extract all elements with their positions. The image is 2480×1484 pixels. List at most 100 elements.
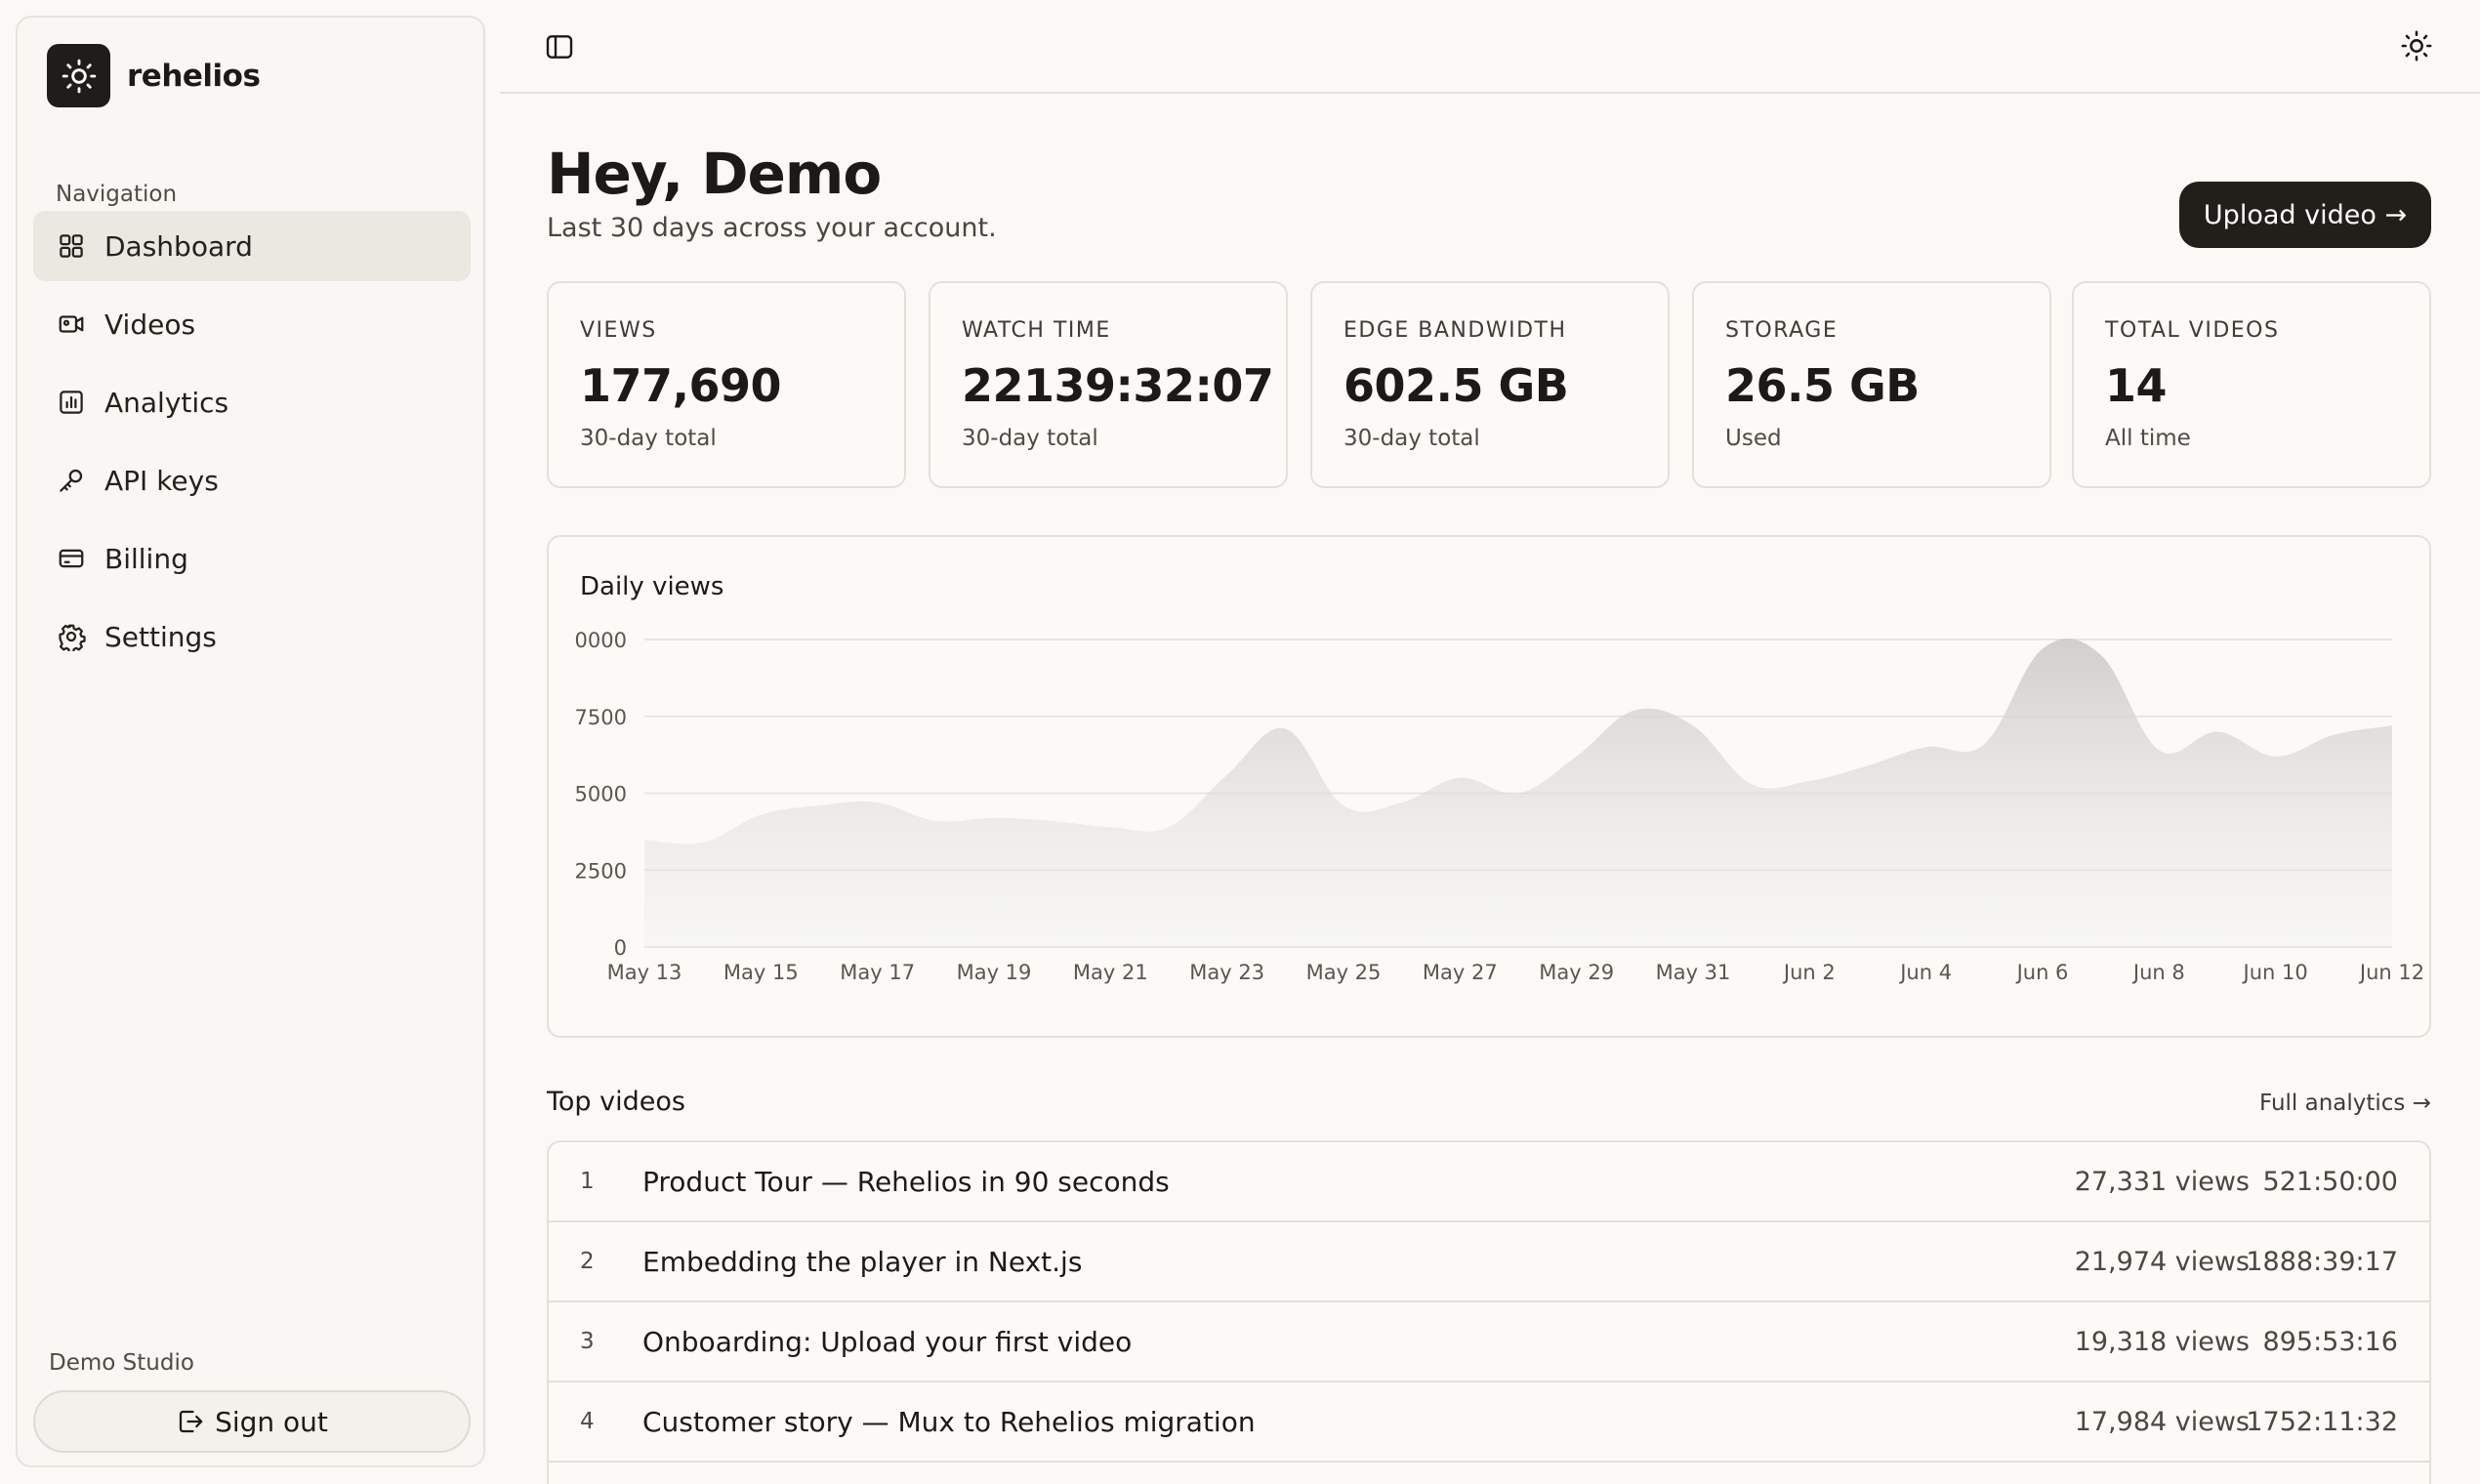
table-row[interactable]: 3 Onboarding: Upload your first video 19… <box>549 1302 2429 1382</box>
sidebar-item-settings[interactable]: Settings <box>33 601 471 672</box>
x-tick-label: May 29 <box>1539 961 1614 984</box>
y-tick-label: 0 <box>614 936 627 960</box>
row-title: Product Tour — Rehelios in 90 seconds <box>642 1165 1170 1198</box>
stat-label: EDGE BANDWIDTH <box>1343 318 1567 343</box>
stat-value: 602.5 GB <box>1343 359 1569 412</box>
theme-toggle-button[interactable] <box>2400 29 2433 62</box>
topbar <box>500 0 2480 94</box>
x-tick-label: May 25 <box>1306 961 1382 984</box>
chart-title: Daily views <box>580 572 724 601</box>
upload-video-button[interactable]: Upload video → <box>2179 182 2431 248</box>
stat-value: 26.5 GB <box>1725 359 1920 412</box>
gear-icon <box>57 622 86 651</box>
x-tick-label: Jun 2 <box>1782 961 1836 984</box>
table-row[interactable]: 1 Product Tour — Rehelios in 90 seconds … <box>549 1142 2429 1222</box>
row-views: 17,984 views <box>2074 1406 2250 1437</box>
x-tick-label: May 31 <box>1656 961 1731 984</box>
page-title: Hey, Demo <box>547 141 882 207</box>
stat-card-watch-time: WATCH TIME 22139:32:07 30-day total <box>929 281 1288 488</box>
sidebar-nav: Dashboard Videos Analytics API keys Bill… <box>33 211 471 680</box>
row-title: Customer story — Mux to Rehelios migrati… <box>642 1405 1256 1438</box>
sidebar-item-label: Billing <box>104 542 188 575</box>
top-videos-table: 1 Product Tour — Rehelios in 90 seconds … <box>547 1140 2431 1484</box>
x-tick-label: Jun 4 <box>1898 961 1952 984</box>
sidebar-item-dashboard[interactable]: Dashboard <box>33 211 471 281</box>
sidebar-item-label: Analytics <box>104 386 229 419</box>
table-row[interactable]: 2 Embedding the player in Next.js 21,974… <box>549 1222 2429 1302</box>
stat-label: TOTAL VIDEOS <box>2105 318 2280 343</box>
row-rank: 3 <box>580 1329 595 1354</box>
stat-note: Used <box>1725 426 1782 451</box>
x-tick-label: May 27 <box>1423 961 1498 984</box>
row-rank: 4 <box>580 1409 595 1434</box>
x-tick-label: Jun 8 <box>2131 961 2185 984</box>
sign-out-icon <box>179 1410 203 1433</box>
sidebar-item-label: API keys <box>104 464 219 497</box>
stat-label: WATCH TIME <box>962 318 1111 343</box>
stat-note: 30-day total <box>1343 426 1480 451</box>
x-tick-label: May 17 <box>840 961 915 984</box>
x-tick-label: Jun 10 <box>2242 961 2308 984</box>
row-duration: 521:50:00 <box>2262 1166 2398 1197</box>
stats-row: VIEWS 177,690 30-day total WATCH TIME 22… <box>547 281 2431 488</box>
row-views: 27,331 views <box>2074 1166 2250 1197</box>
row-duration: 1752:11:32 <box>2246 1406 2398 1437</box>
sidebar-item-analytics[interactable]: Analytics <box>33 367 471 437</box>
full-analytics-link[interactable]: Full analytics → <box>2259 1091 2431 1116</box>
x-tick-label: May 19 <box>957 961 1032 984</box>
x-tick-label: May 23 <box>1189 961 1264 984</box>
sign-out-label: Sign out <box>215 1405 328 1438</box>
grid-icon <box>57 231 86 261</box>
x-tick-label: Jun 12 <box>2358 961 2424 984</box>
brand[interactable]: rehelios <box>47 44 261 107</box>
nav-section-label: Navigation <box>56 182 178 207</box>
table-row[interactable]: 4 Customer story — Mux to Rehelios migra… <box>549 1382 2429 1463</box>
stat-card-total-videos: TOTAL VIDEOS 14 All time <box>2072 281 2431 488</box>
panel-left-icon <box>546 35 573 59</box>
sun-icon <box>2401 30 2432 62</box>
row-duration: 1888:39:17 <box>2246 1246 2398 1277</box>
sidebar-item-api-keys[interactable]: API keys <box>33 445 471 515</box>
row-views: 19,318 views <box>2074 1326 2250 1357</box>
stat-label: VIEWS <box>580 318 657 343</box>
card-icon <box>57 544 86 573</box>
stat-card-edge-bandwidth: EDGE BANDWIDTH 602.5 GB 30-day total <box>1310 281 1670 488</box>
video-icon <box>57 309 86 339</box>
sun-logo-icon <box>47 44 110 107</box>
sign-out-button[interactable]: Sign out <box>33 1390 471 1453</box>
stat-card-storage: STORAGE 26.5 GB Used <box>1692 281 2051 488</box>
row-title: Onboarding: Upload your first video <box>642 1325 1133 1358</box>
x-tick-label: Jun 6 <box>2015 961 2069 984</box>
stat-label: STORAGE <box>1725 318 1839 343</box>
row-duration: 895:53:16 <box>2262 1326 2398 1357</box>
top-videos-title: Top videos <box>547 1087 685 1117</box>
sidebar-item-billing[interactable]: Billing <box>33 523 471 594</box>
row-rank: 2 <box>580 1249 595 1274</box>
y-tick-label: 0000 <box>575 629 627 652</box>
y-tick-label: 7500 <box>575 706 627 729</box>
app-root: rehelios Navigation Dashboard Videos Ana… <box>0 0 2480 1484</box>
brand-name: rehelios <box>127 58 261 94</box>
key-icon <box>57 466 86 495</box>
row-rank: 1 <box>580 1169 595 1194</box>
sidebar: rehelios Navigation Dashboard Videos Ana… <box>16 16 485 1467</box>
sidebar-toggle-button[interactable] <box>544 31 575 62</box>
stat-note: 30-day total <box>580 426 717 451</box>
stat-value: 22139:32:07 <box>962 359 1274 412</box>
y-tick-label: 2500 <box>575 859 627 883</box>
stat-value: 14 <box>2105 359 2168 412</box>
stat-value: 177,690 <box>580 359 782 412</box>
row-views: 21,974 views <box>2074 1246 2250 1277</box>
sidebar-item-videos[interactable]: Videos <box>33 289 471 359</box>
y-tick-label: 5000 <box>575 783 627 806</box>
page-subtitle: Last 30 days across your account. <box>547 213 997 243</box>
daily-views-chart: 0 2500 5000 7500 0000 May 13 May 15 May 17 May … <box>575 629 2425 984</box>
stat-note: All time <box>2105 426 2191 451</box>
org-name: Demo Studio <box>49 1350 194 1376</box>
x-tick-label: May 13 <box>607 961 682 984</box>
x-tick-label: May 21 <box>1073 961 1148 984</box>
stat-note: 30-day total <box>962 426 1098 451</box>
bar-chart-icon <box>57 388 86 417</box>
sidebar-item-label: Videos <box>104 308 196 341</box>
stat-card-views: VIEWS 177,690 30-day total <box>547 281 906 488</box>
